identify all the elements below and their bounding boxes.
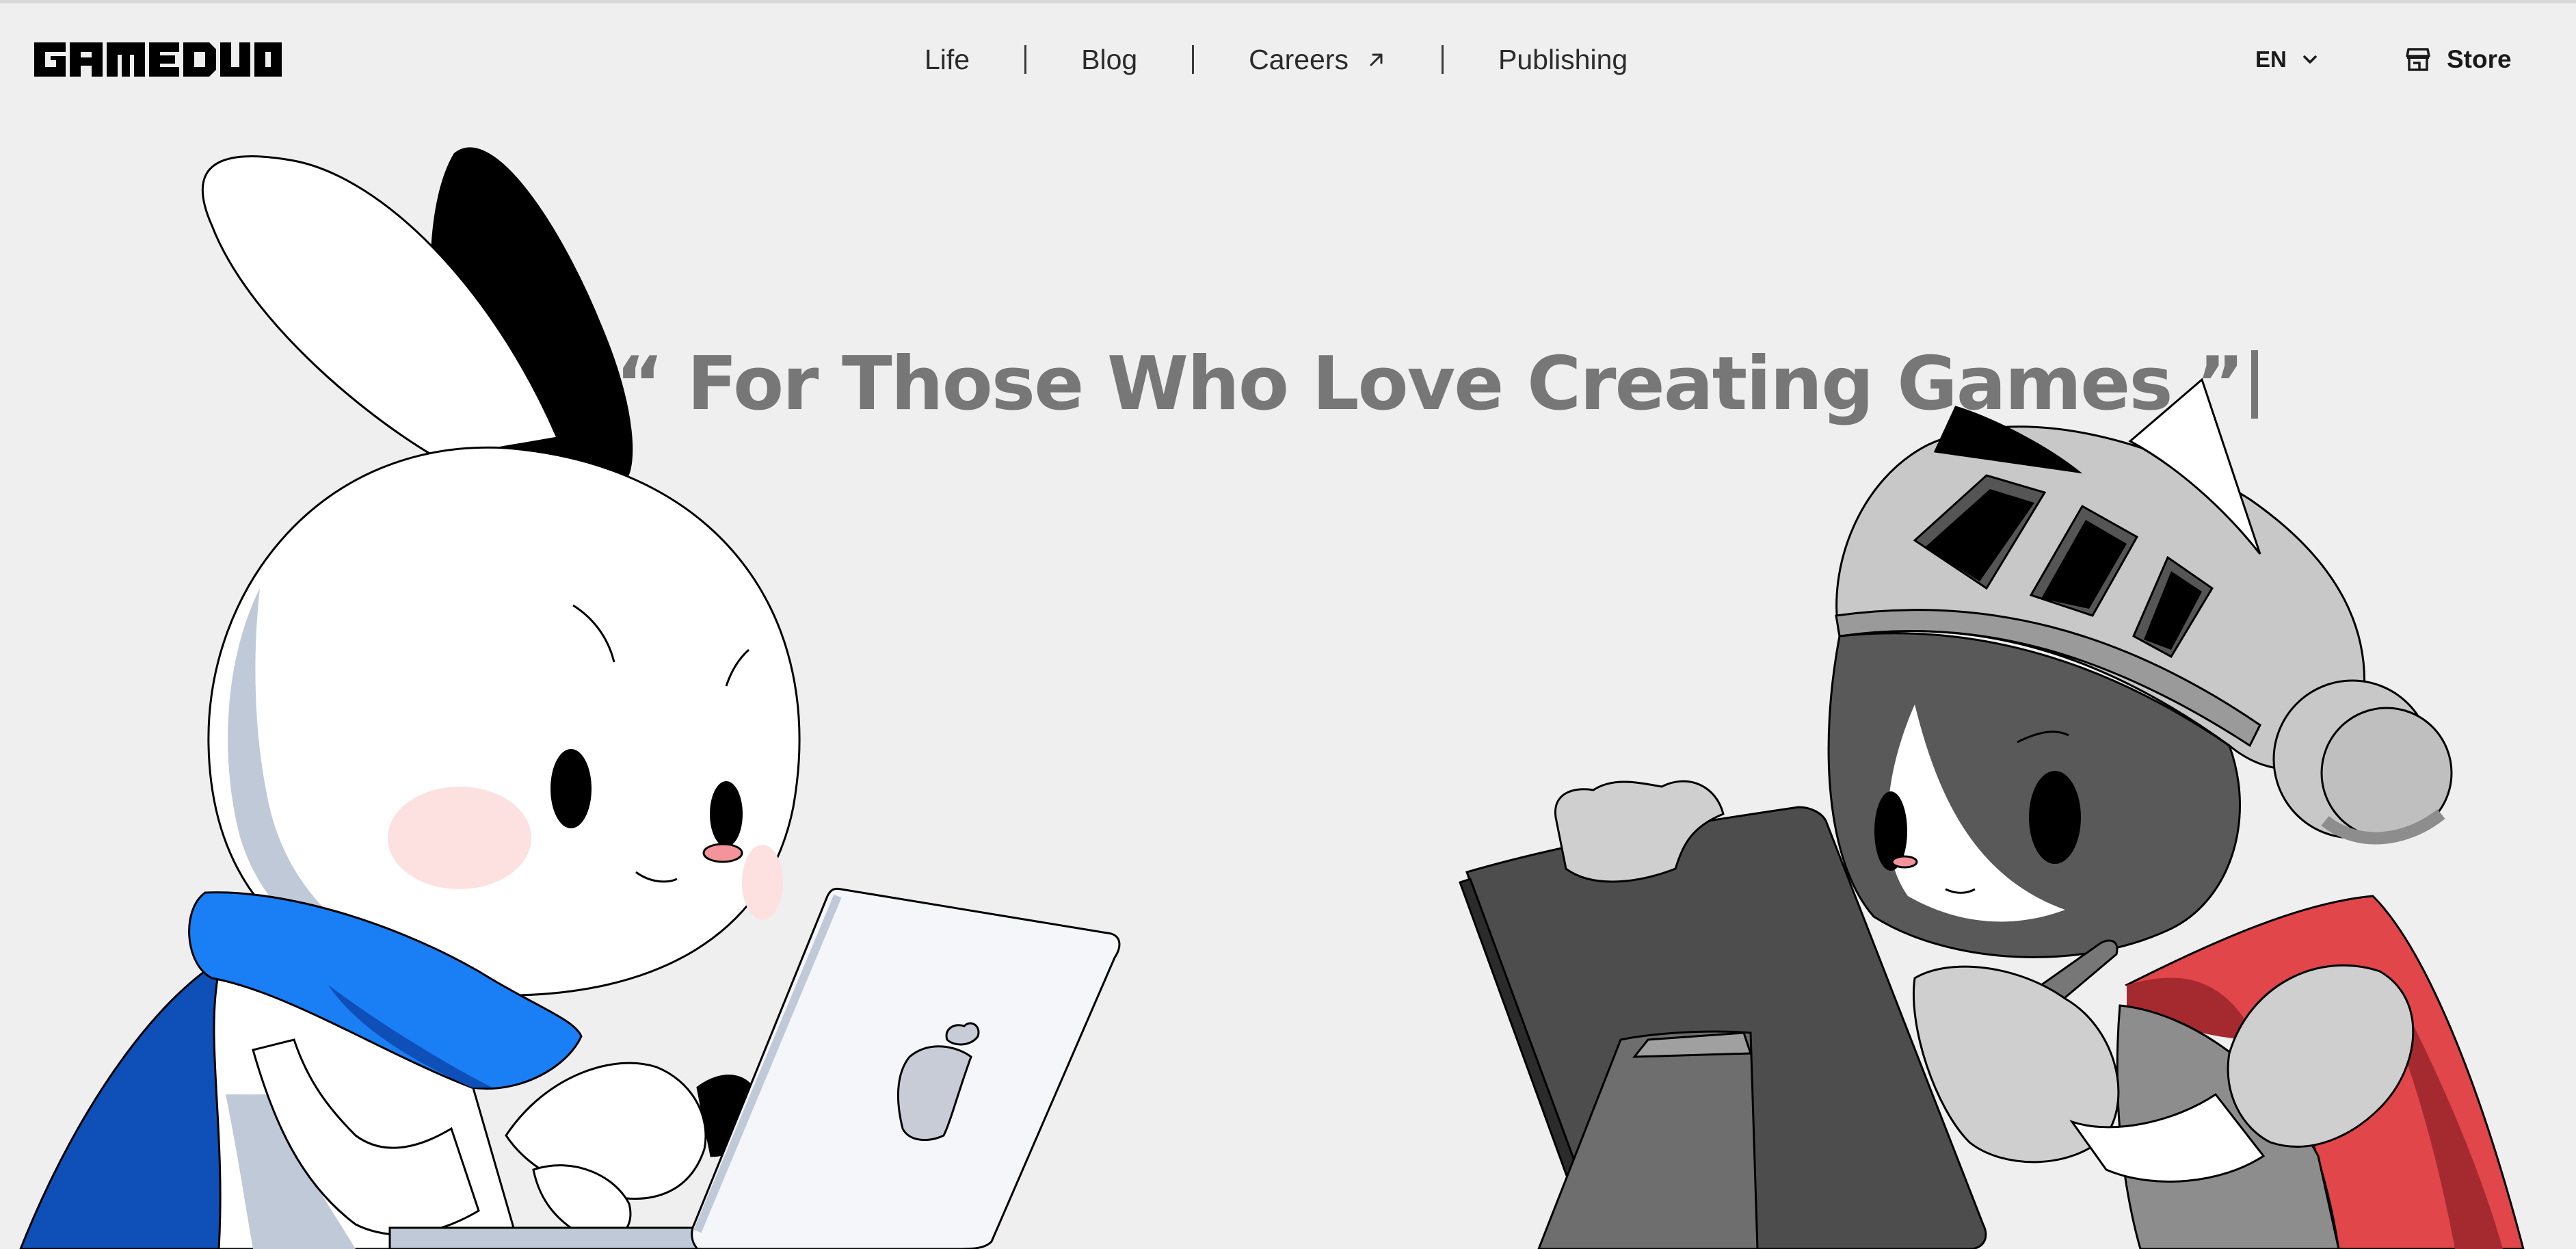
nav-item-label: Publishing [1498,43,1628,75]
site-header: Life Blog Careers Publishing EN Store [0,3,2576,113]
nav-item-label: Blog [1081,43,1138,75]
store-icon [2406,48,2430,71]
nav-item-careers[interactable]: Careers [1194,44,1442,76]
knight-cat-character-illustration [1459,378,2525,1249]
nav-item-blog[interactable]: Blog [1026,44,1192,76]
hero-title-text: “ For Those Who Love Creating Games ” [615,341,2244,428]
main-nav: Life Blog Careers Publishing [889,31,1682,88]
external-arrow-icon [1370,53,1383,66]
chevron-down-icon [2303,55,2317,64]
brand-logo[interactable] [34,42,282,77]
nav-item-life[interactable]: Life [889,44,1024,76]
store-label: Store [2447,45,2512,73]
typing-cursor [2251,350,2259,419]
store-link[interactable]: Store [2404,39,2512,80]
language-selected: EN [2255,47,2287,72]
gameduo-logo-mark [34,42,282,77]
nav-item-label: Life [925,43,970,75]
rabbit-character-illustration [19,147,1121,1249]
hero-illustration [19,147,2525,1249]
nav-item-publishing[interactable]: Publishing [1444,44,1682,76]
language-selector[interactable]: EN [2255,41,2318,78]
nav-item-label: Careers [1249,43,1349,75]
hero-title: “ For Those Who Love Creating Games ” [615,337,2259,432]
